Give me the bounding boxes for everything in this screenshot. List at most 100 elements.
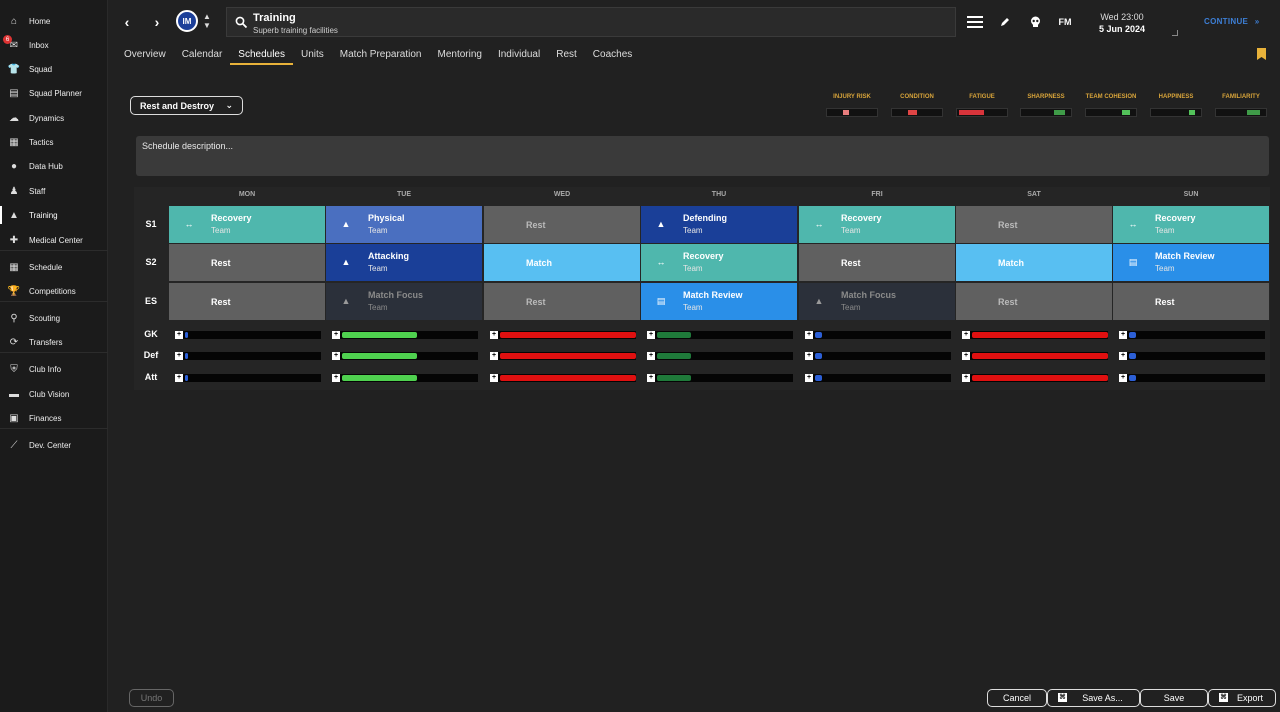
expand-icon[interactable]: + xyxy=(175,331,183,339)
session-slot[interactable]: ↔ Recovery Team xyxy=(799,206,955,243)
expand-icon[interactable]: + xyxy=(1119,374,1127,382)
sidebar-item-club-vision[interactable]: ▬ Club Vision xyxy=(0,383,108,405)
skull-icon[interactable] xyxy=(1027,14,1043,30)
edit-icon[interactable] xyxy=(998,14,1012,30)
tab-mentoring[interactable]: Mentoring xyxy=(430,48,490,66)
session-slot[interactable]: Rest xyxy=(484,283,640,320)
expand-icon[interactable]: + xyxy=(805,331,813,339)
sidebar-item-squad[interactable]: 👕 Squad xyxy=(0,58,108,80)
expand-icon[interactable]: + xyxy=(962,331,970,339)
session-slot[interactable]: Rest xyxy=(169,283,325,320)
session-slot[interactable]: ▲ Match Focus Team xyxy=(799,283,955,320)
sidebar-item-dynamics[interactable]: ☁ Dynamics xyxy=(0,107,108,129)
expand-icon[interactable]: + xyxy=(647,331,655,339)
session-name: Rest xyxy=(526,297,546,307)
sidebar-item-schedule[interactable]: ▦ Schedule xyxy=(0,256,108,278)
tab-schedules[interactable]: Schedules xyxy=(230,48,293,66)
sidebar-item-club-info[interactable]: ⛨ Club Info xyxy=(0,358,108,380)
session-slot[interactable]: Rest xyxy=(956,206,1112,243)
day-header-mon: MON xyxy=(238,191,256,198)
session-slot[interactable]: Rest xyxy=(799,244,955,281)
sidebar-item-squad-planner[interactable]: ▤ Squad Planner xyxy=(0,82,108,104)
sidebar-item-transfers[interactable]: ⟳ Transfers xyxy=(0,331,108,353)
session-slot[interactable]: ↔ Recovery Team xyxy=(641,244,797,281)
session-slot[interactable]: ▤ Match Review Team xyxy=(1113,244,1269,281)
session-slot[interactable]: Rest xyxy=(484,206,640,243)
sidebar-item-home[interactable]: ⌂ Home xyxy=(0,10,108,32)
finances-icon: ▣ xyxy=(9,412,19,424)
expand-icon[interactable]: + xyxy=(647,352,655,360)
sidebar-item-tactics[interactable]: ▦ Tactics xyxy=(0,131,108,153)
session-type: Team xyxy=(1155,226,1175,235)
tab-individual[interactable]: Individual xyxy=(490,48,548,66)
session-slot[interactable]: ▲ Defending Team xyxy=(641,206,797,243)
tab-overview[interactable]: Overview xyxy=(116,48,174,66)
undo-button[interactable]: Undo xyxy=(129,689,174,707)
expand-icon[interactable]: + xyxy=(175,352,183,360)
schedule-select[interactable]: Rest and Destroy ⌄ xyxy=(130,96,243,115)
fm-icon[interactable]: FM xyxy=(1055,14,1075,30)
session-slot[interactable]: ▲ Match Focus Team xyxy=(326,283,482,320)
menu-icon[interactable] xyxy=(966,14,984,30)
session-slot[interactable]: Match xyxy=(484,244,640,281)
continue-button[interactable]: CONTINUE » xyxy=(1204,17,1259,26)
cancel-button[interactable]: Cancel xyxy=(987,689,1047,707)
save-button[interactable]: Save xyxy=(1140,689,1208,707)
expand-icon[interactable]: + xyxy=(805,352,813,360)
tab-rest[interactable]: Rest xyxy=(548,48,585,66)
export-button[interactable]: ⌘ Export xyxy=(1208,689,1276,707)
tab-match-preparation[interactable]: Match Preparation xyxy=(332,48,430,66)
save-as-button[interactable]: ⌘ Save As... xyxy=(1047,689,1140,707)
club-logo[interactable]: IM xyxy=(176,10,198,32)
bookmark-icon[interactable] xyxy=(1257,48,1266,60)
workload-bar: + xyxy=(332,331,478,339)
session-slot[interactable]: Rest xyxy=(956,283,1112,320)
workload-fill xyxy=(342,353,417,359)
sidebar-item-training[interactable]: ▲ Training xyxy=(0,204,108,226)
sidebar-item-data-hub[interactable]: ● Data Hub xyxy=(0,155,108,177)
sidebar-item-dev-center[interactable]: ⟋ Dev. Center xyxy=(0,434,108,456)
schedule-description[interactable]: Schedule description... xyxy=(136,136,1269,176)
expand-icon[interactable]: + xyxy=(332,352,340,360)
expand-icon[interactable]: + xyxy=(962,374,970,382)
meter-label: SHARPNESS xyxy=(1027,94,1065,100)
export-label: Export xyxy=(1236,693,1263,703)
sidebar-item-scouting[interactable]: ⚲ Scouting xyxy=(0,307,108,329)
sidebar-item-staff[interactable]: ♟ Staff xyxy=(0,180,108,202)
sidebar-item-competitions[interactable]: 🏆 Competitions xyxy=(0,280,108,302)
expand-icon[interactable]: + xyxy=(1119,352,1127,360)
expand-icon[interactable]: + xyxy=(490,374,498,382)
session-slot[interactable]: ↔ Recovery Team xyxy=(169,206,325,243)
tab-coaches[interactable]: Coaches xyxy=(585,48,640,66)
expand-icon[interactable]: + xyxy=(332,331,340,339)
expand-icon[interactable]: + xyxy=(805,374,813,382)
forward-button[interactable]: › xyxy=(147,12,167,32)
search-bar[interactable]: Training Superb training facilities xyxy=(226,7,956,37)
expand-icon[interactable]: + xyxy=(175,374,183,382)
session-slot[interactable]: Rest xyxy=(169,244,325,281)
session-slot[interactable]: ▤ Match Review Team xyxy=(641,283,797,320)
expand-icon[interactable]: + xyxy=(332,374,340,382)
session-slot[interactable]: Match xyxy=(956,244,1112,281)
expand-icon[interactable]: + xyxy=(647,374,655,382)
sidebar-item-label: Scouting xyxy=(29,313,61,323)
expand-icon[interactable]: + xyxy=(490,331,498,339)
tab-calendar[interactable]: Calendar xyxy=(174,48,231,66)
day-header-wed: WED xyxy=(553,191,571,198)
expand-icon[interactable]: + xyxy=(490,352,498,360)
sidebar-item-medical-center[interactable]: ✚ Medical Center xyxy=(0,229,108,251)
sidebar-item-finances[interactable]: ▣ Finances xyxy=(0,407,108,429)
sidebar-item-label: Medical Center xyxy=(29,235,83,245)
expand-icon[interactable]: + xyxy=(1119,331,1127,339)
sidebar-item-inbox[interactable]: ✉ Inbox 6 xyxy=(0,34,108,56)
club-switcher-icon[interactable]: ▲ ▼ xyxy=(202,12,212,32)
back-button[interactable]: ‹ xyxy=(117,12,137,32)
tab-units[interactable]: Units xyxy=(293,48,332,66)
session-slot[interactable]: ↔ Recovery Team xyxy=(1113,206,1269,243)
sidebar-divider xyxy=(0,428,108,429)
session-slot[interactable]: ▲ Physical Team xyxy=(326,206,482,243)
session-slot[interactable]: Rest xyxy=(1113,283,1269,320)
session-slot[interactable]: ▲ Attacking Team xyxy=(326,244,482,281)
expand-icon[interactable]: + xyxy=(962,352,970,360)
session-name: Rest xyxy=(1155,297,1175,307)
